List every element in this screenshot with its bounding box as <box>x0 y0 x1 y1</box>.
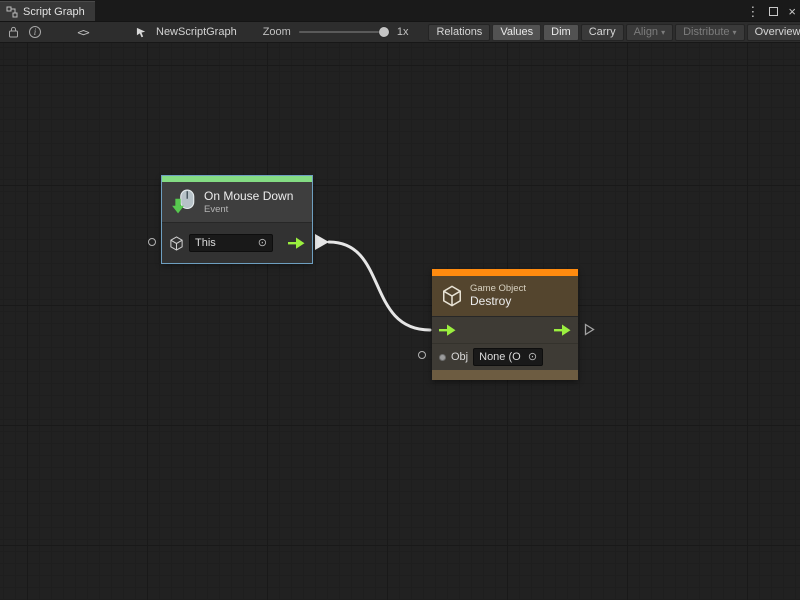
toolbar-buttons: Relations Values Dim Carry Align ▾ Distr… <box>428 24 800 41</box>
lock-icon[interactable] <box>4 24 22 40</box>
node-title: Destroy <box>470 294 526 309</box>
flow-input-port[interactable] <box>439 324 456 336</box>
dim-button[interactable]: Dim <box>543 24 579 41</box>
node-on-mouse-down[interactable]: On Mouse Down Event This ⊙ <box>162 176 312 263</box>
node-subtitle: Event <box>204 204 293 216</box>
script-graph-window: Script Graph ⋮ × i <> NewScriptGraph Zoo… <box>0 0 800 600</box>
connection-wire[interactable] <box>0 43 800 600</box>
close-icon[interactable]: × <box>788 5 796 18</box>
flow-continue-port[interactable] <box>584 323 595 339</box>
target-field-value: This <box>195 237 216 249</box>
node-category: Game Object <box>470 283 526 295</box>
mouse-event-icon <box>171 189 197 215</box>
obj-field-value: None (O <box>479 351 521 363</box>
flow-output-port[interactable] <box>288 237 305 249</box>
node-body: Obj None (O ⊙ <box>432 316 578 370</box>
wire-arrowhead <box>315 234 329 250</box>
align-label: Align <box>634 26 658 38</box>
obj-label: Obj <box>451 351 468 363</box>
code-view-icon[interactable]: <> <box>74 24 92 40</box>
node-header[interactable]: Game Object Destroy <box>432 276 578 316</box>
cube-icon <box>169 236 184 251</box>
distribute-label: Distribute <box>683 26 729 38</box>
tab-title: Script Graph <box>23 6 85 18</box>
zoom-value: 1x <box>397 26 409 38</box>
overview-button[interactable]: Overview <box>747 24 800 41</box>
chevron-down-icon: ▾ <box>733 28 737 37</box>
chevron-down-icon: ▾ <box>661 28 665 37</box>
align-button[interactable]: Align ▾ <box>626 24 673 41</box>
zoom-label: Zoom <box>263 26 291 38</box>
obj-input-dot[interactable] <box>439 354 446 361</box>
relations-button[interactable]: Relations <box>428 24 490 41</box>
zoom-slider-track[interactable] <box>299 31 389 33</box>
graph-name[interactable]: NewScriptGraph <box>156 26 237 38</box>
node-footer-bar <box>432 370 578 380</box>
node-title: On Mouse Down <box>204 189 293 204</box>
graph-canvas[interactable]: On Mouse Down Event This ⊙ <box>0 43 800 600</box>
object-picker-icon[interactable]: ⊙ <box>528 352 537 363</box>
zoom-slider[interactable] <box>299 25 389 39</box>
tab-bar: Script Graph ⋮ × <box>0 0 800 22</box>
node-body: This ⊙ <box>162 222 312 263</box>
target-input-port[interactable] <box>148 238 156 246</box>
flow-output-port[interactable] <box>554 324 571 336</box>
maximize-icon[interactable] <box>769 7 778 16</box>
obj-value-port[interactable] <box>418 351 426 359</box>
carry-button[interactable]: Carry <box>581 24 624 41</box>
obj-field[interactable]: None (O ⊙ <box>473 348 543 366</box>
destroy-accent-bar <box>432 269 578 276</box>
values-button[interactable]: Values <box>492 24 541 41</box>
graph-toolbar: i <> NewScriptGraph Zoom 1x Relations Va… <box>0 22 800 43</box>
script-graph-tab-icon <box>6 6 18 18</box>
graph-asset-icon <box>132 24 150 40</box>
distribute-button[interactable]: Distribute ▾ <box>675 24 744 41</box>
node-destroy[interactable]: Game Object Destroy Obj <box>432 269 578 380</box>
game-object-cube-icon <box>441 285 463 307</box>
menu-icon[interactable]: ⋮ <box>746 5 759 18</box>
window-controls: ⋮ × <box>746 0 796 22</box>
node-header[interactable]: On Mouse Down Event <box>162 182 312 222</box>
target-field[interactable]: This ⊙ <box>189 234 273 252</box>
info-icon[interactable]: i <box>26 24 44 40</box>
zoom-slider-knob[interactable] <box>379 27 389 37</box>
tab-script-graph[interactable]: Script Graph <box>0 1 95 21</box>
object-picker-icon[interactable]: ⊙ <box>258 238 267 249</box>
